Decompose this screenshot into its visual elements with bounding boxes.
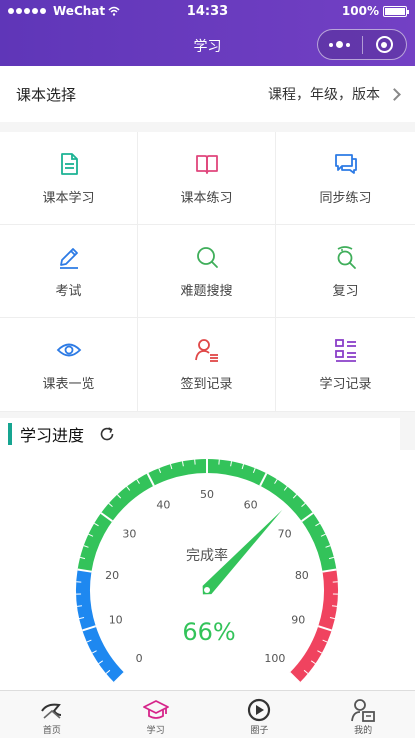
book-select-value: 课程，年级，版本: [268, 87, 380, 103]
gauge-label: 完成率: [186, 547, 228, 564]
status-right: 100%: [341, 4, 409, 18]
play-circle-icon: [248, 698, 271, 722]
chat-icon: [334, 153, 357, 174]
gauge-tick-label: 50: [200, 488, 214, 501]
graduation-cap-icon: [142, 700, 169, 719]
section-accent-bar: [8, 423, 12, 445]
search-icon: [196, 246, 218, 268]
gauge-tick-label: 60: [244, 498, 258, 511]
chevron-right-icon: [388, 87, 401, 101]
tab-label: 圈子: [250, 726, 269, 736]
tab-label: 我的: [354, 726, 373, 736]
gauge-hub: [204, 587, 210, 593]
document-icon: [60, 152, 78, 175]
grid-item-problem-search[interactable]: 难题搜搜: [138, 225, 276, 318]
tab-study[interactable]: 学习: [104, 691, 208, 738]
gauge-tick-label: 90: [291, 614, 305, 627]
tab-circle[interactable]: 圈子: [208, 691, 312, 738]
gauge-tick-label: 10: [109, 614, 123, 627]
close-button[interactable]: [362, 36, 406, 53]
tab-label: 学习: [146, 726, 165, 736]
progress-header: 学习进度: [0, 418, 400, 450]
gauge-minor-tick: [76, 605, 83, 607]
grid-item-review[interactable]: 复习: [276, 225, 415, 318]
gauge-minor-tick: [331, 605, 338, 607]
review-icon: [337, 245, 356, 269]
progress-title: 学习进度: [20, 426, 85, 445]
user-list-icon: [194, 339, 218, 362]
more-button[interactable]: [318, 41, 362, 48]
pencil-icon: [59, 247, 78, 269]
grid-item-schedule[interactable]: 课表一览: [0, 318, 138, 412]
grid-item-label: 同步练习: [319, 190, 372, 206]
tab-label: 首页: [42, 726, 61, 736]
battery-icon: [383, 5, 409, 17]
grid-item-label: 课本练习: [180, 190, 233, 206]
battery-percent: 100%: [341, 4, 379, 18]
grid-item-label: 课表一览: [42, 377, 95, 392]
gauge-tick-label: 40: [156, 498, 170, 511]
grid-item-label: 课本学习: [42, 190, 95, 206]
status-bar: WeChat 14:33 100%: [0, 0, 415, 24]
grid-item-label: 复习: [332, 283, 359, 299]
tab-bar: 首页 学习 圈子 我的: [0, 690, 415, 738]
tab-mine[interactable]: 我的: [311, 691, 415, 738]
grid-item-label: 学习记录: [319, 377, 372, 392]
grid-item-study-record[interactable]: 学习记录: [276, 318, 415, 412]
grid-item-sync-practice[interactable]: 同步练习: [276, 132, 415, 225]
gauge-tick-label: 20: [105, 569, 119, 582]
home-icon: [41, 703, 61, 719]
eye-icon: [56, 343, 81, 357]
gauge-value: 66%: [182, 618, 235, 646]
grid-item-label: 签到记录: [180, 377, 233, 392]
progress-gauge: 0 10 20 30 40 50 60 70 80 90 100 完成率 66%: [0, 450, 415, 690]
book-select-row[interactable]: 课本选择 课程，年级，版本: [0, 66, 415, 122]
grid-item-checkin-record[interactable]: 签到记录: [138, 318, 276, 412]
tab-home[interactable]: 首页: [0, 691, 104, 738]
profile-icon: [351, 699, 376, 722]
book-icon: [195, 154, 218, 174]
grid-item-textbook-study[interactable]: 课本学习: [0, 132, 138, 225]
top-bar: WeChat 14:33 100% 学习: [0, 0, 415, 66]
grid-item-textbook-practice[interactable]: 课本练习: [138, 132, 276, 225]
grid-item-label: 考试: [55, 283, 82, 299]
gauge-tick-label: 30: [122, 528, 136, 541]
target-icon: [375, 36, 393, 53]
gauge-tick-label: 0: [136, 652, 143, 665]
record-list-icon: [334, 339, 356, 362]
feature-grid: 课本学习 课本练习 同步练习 考试 难题搜搜 复习 课表一览 签到记录 学习记录: [0, 132, 415, 412]
mini-program-capsule: [317, 29, 407, 60]
gauge-svg: 0 10 20 30 40 50 60 70 80 90 100 完成率 66%: [76, 459, 338, 684]
gauge-tick-label: 70: [278, 528, 292, 541]
grid-item-label: 难题搜搜: [180, 283, 233, 299]
gauge-tick-label: 100: [264, 652, 285, 665]
refresh-icon[interactable]: [98, 425, 116, 443]
book-select-label: 课本选择: [16, 85, 77, 104]
gauge-tick-label: 80: [295, 569, 309, 582]
grid-item-exam[interactable]: 考试: [0, 225, 138, 318]
